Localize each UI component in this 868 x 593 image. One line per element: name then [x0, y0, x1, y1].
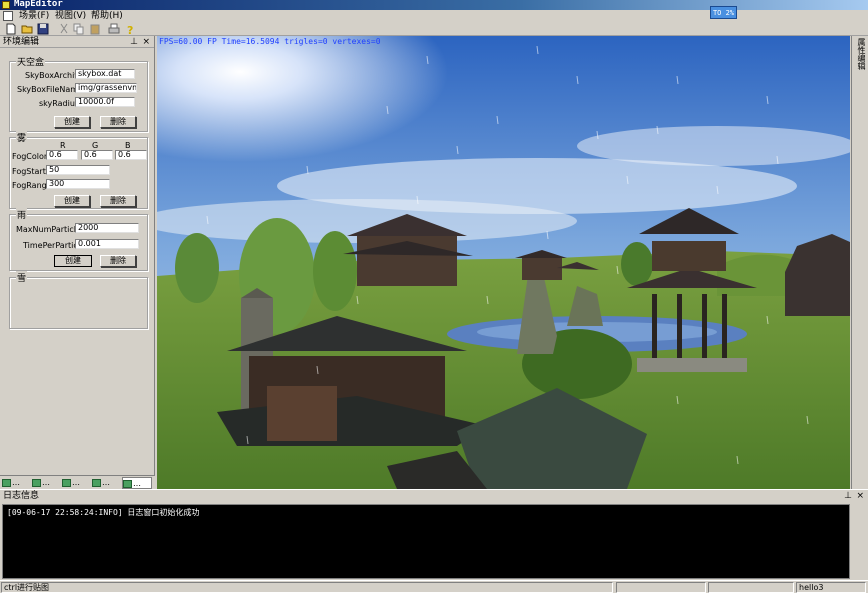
rain-group: 雨 MaxNumParticles 2000 TimePerParticle 0… [9, 208, 148, 271]
fog-delete-button[interactable]: 删除 [100, 195, 136, 207]
dock-tab-label: … [12, 478, 20, 487]
scene-render [157, 36, 850, 489]
fog-start-field[interactable]: 50 [46, 165, 110, 175]
log-line: [09-06-17 22:58:24:INFO] 日志窗口初始化成功 [7, 508, 200, 517]
skybox-radius-field[interactable]: 10000.0f [75, 97, 135, 107]
fog-color-g-field[interactable]: 0.6 [81, 150, 113, 160]
print-icon[interactable] [108, 23, 120, 35]
fog-color-b-field[interactable]: 0.6 [115, 150, 147, 160]
cut-icon[interactable] [58, 23, 70, 35]
tab-icon [92, 478, 101, 487]
skybox-delete-button[interactable]: 删除 [100, 116, 136, 128]
svg-text:?: ? [127, 24, 133, 35]
status-pane-empty [708, 582, 794, 593]
pin-icon[interactable]: ⊥ [844, 490, 852, 502]
environment-panel-title: 环境编辑 [3, 37, 40, 47]
skybox-create-button[interactable]: 创建 [54, 116, 90, 128]
skybox-radius-label: skyRadius [39, 99, 80, 108]
rain-create-button[interactable]: 创建 [54, 255, 92, 267]
status-bar: ctrl进行贴图 hello3 [0, 580, 868, 593]
close-icon[interactable]: × [142, 36, 150, 48]
dock-tab[interactable]: … [2, 477, 32, 489]
fog-r-header: R [60, 141, 66, 150]
menu-bar: 场景(F) 视图(V) 帮助(H) _▫× [0, 10, 868, 34]
fog-start-label: FogStart [12, 167, 46, 176]
property-editor-tab[interactable]: 属性编辑 [854, 38, 867, 86]
status-user: hello3 [796, 582, 866, 593]
snow-group-title: 雪 [16, 271, 28, 284]
fog-color-label: FogColor [12, 152, 48, 161]
skybox-group-title: 天空盒 [16, 55, 46, 68]
snow-group: 雪 [9, 271, 148, 329]
environment-panel: 环境编辑 ⊥ × 天空盒 SkyBoxArchive skybox.dat Sk… [0, 36, 155, 489]
log-output[interactable]: [09-06-17 22:58:24:INFO] 日志窗口初始化成功 [2, 504, 850, 579]
rain-group-title: 雨 [16, 208, 28, 221]
dock-tab-label: … [133, 479, 141, 488]
dock-tab[interactable]: … [32, 477, 62, 489]
skybox-archive-field[interactable]: skybox.dat [75, 69, 135, 79]
tab-icon [32, 478, 41, 487]
fog-color-r-field[interactable]: 0.6 [46, 150, 78, 160]
fog-g-header: G [92, 141, 99, 150]
title-bar: MapEditor [0, 0, 868, 10]
toolbar: ? [0, 22, 868, 37]
dock-tab-label: … [72, 478, 80, 487]
new-icon[interactable] [5, 23, 17, 35]
skybox-filename-label: SkyBoxFileName [17, 85, 84, 94]
close-icon[interactable]: × [856, 490, 864, 502]
log-panel-title: 日志信息 [3, 491, 40, 501]
fog-range-field[interactable]: 300 [46, 179, 110, 189]
copy-icon[interactable] [73, 23, 85, 35]
rain-maxnum-field[interactable]: 2000 [75, 223, 139, 233]
dock-tab-strip: … … … … … [0, 475, 155, 489]
app-icon [2, 1, 10, 9]
log-panel: 日志信息 ⊥ × [09-06-17 22:58:24:INFO] 日志窗口初始… [0, 489, 868, 580]
help-icon[interactable]: ? [124, 23, 136, 37]
menu-scene[interactable]: 场景(F) [16, 10, 52, 22]
open-icon[interactable] [21, 23, 33, 35]
log-panel-header: 日志信息 ⊥ × [0, 490, 868, 502]
fog-b-header: B [125, 141, 131, 150]
document-icon[interactable] [3, 11, 13, 21]
right-dock-strip: 属性编辑 [851, 36, 868, 489]
dock-tab[interactable]: … [62, 477, 92, 489]
save-icon[interactable] [37, 23, 49, 35]
pin-icon[interactable]: ⊥ [130, 36, 138, 48]
tab-icon [62, 478, 71, 487]
skybox-filename-field[interactable]: img/grassenvmap [75, 83, 137, 93]
dock-tab-label: … [42, 478, 50, 487]
menu-help[interactable]: 帮助(H) [88, 10, 126, 22]
scene-viewport[interactable]: FPS=60.00 FP Time=16.5094 trigles=0 vert… [157, 36, 850, 489]
fps-badge: TO 2% [710, 6, 737, 19]
dock-tab-active[interactable]: … [122, 477, 152, 489]
status-message: ctrl进行贴图 [1, 582, 613, 593]
dock-tab-label: … [102, 478, 110, 487]
fog-group-title: 雾 [16, 131, 28, 144]
render-stats: FPS=60.00 FP Time=16.5094 trigles=0 vert… [159, 37, 381, 46]
dock-tab[interactable]: … [92, 477, 122, 489]
rain-time-field[interactable]: 0.001 [75, 239, 139, 249]
skybox-group: 天空盒 SkyBoxArchive skybox.dat SkyBoxFileN… [9, 55, 148, 132]
fog-group: 雾 R G B FogColor 0.6 0.6 0.6 FogStart 50… [9, 131, 148, 209]
fog-create-button[interactable]: 创建 [54, 195, 90, 207]
rain-delete-button[interactable]: 删除 [100, 255, 136, 267]
paste-icon[interactable] [89, 23, 101, 35]
tab-icon [2, 478, 11, 487]
menu-view[interactable]: 视图(V) [52, 10, 89, 22]
tab-icon [123, 479, 132, 488]
status-pane-empty [616, 582, 706, 593]
environment-panel-header: 环境编辑 ⊥ × [0, 36, 154, 48]
window-title: MapEditor [14, 0, 63, 9]
